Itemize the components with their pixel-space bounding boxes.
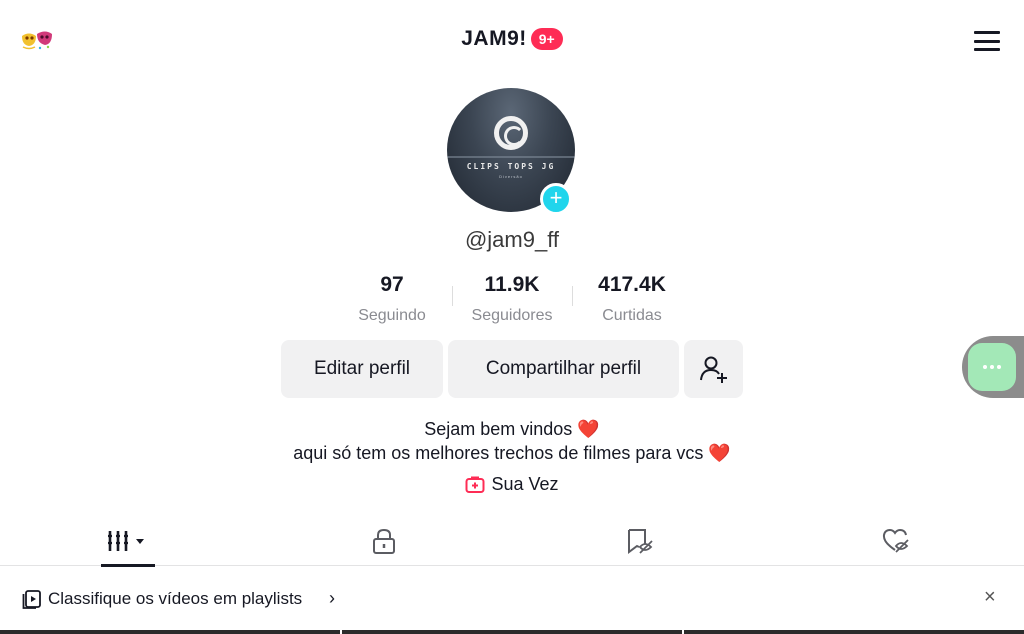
stat-value: 417.4K <box>598 273 666 296</box>
content-tabs <box>0 515 1024 567</box>
profile-link[interactable]: Sua Vez <box>0 474 1024 495</box>
stat-value: 97 <box>380 273 404 296</box>
avatar-horizon <box>447 156 575 158</box>
top-bar: JAM9! 9+ <box>0 0 1024 82</box>
add-friend-icon <box>699 356 727 383</box>
videos-grid-icon <box>108 530 144 551</box>
banner-text: Classifique os vídeos em playlists <box>48 589 303 608</box>
profile-stats: 97 Seguindo 11.9K Seguidores 417.4K Curt… <box>330 270 694 330</box>
tab-liked[interactable] <box>768 515 1024 566</box>
tab-private[interactable] <box>256 515 512 566</box>
stat-value: 11.9K <box>484 273 540 296</box>
stat-label: Curtidas <box>602 307 662 324</box>
bookmark-hidden-icon <box>628 528 653 554</box>
page-title: JAM9! <box>461 27 527 50</box>
close-icon[interactable]: × <box>984 586 996 609</box>
heart-emoji: ❤️ <box>577 419 600 439</box>
bio-line-1: Sejam bem vindos <box>424 419 573 439</box>
stat-likes[interactable]: 417.4K Curtidas <box>572 270 692 330</box>
username: @jam9_ff <box>464 227 560 252</box>
add-story-plus-icon[interactable]: + <box>540 183 572 215</box>
playlist-icon <box>22 590 41 609</box>
floating-chat-bubble-icon[interactable] <box>968 343 1016 391</box>
stat-label: Seguidores <box>471 307 553 324</box>
tab-saved[interactable] <box>512 515 768 566</box>
lock-icon <box>373 528 395 554</box>
edit-profile-button[interactable]: Editar perfil <box>281 340 443 398</box>
stat-following[interactable]: 97 Seguindo <box>332 270 452 330</box>
heart-emoji: ❤️ <box>708 443 731 463</box>
avatar-subtext: Diversão <box>499 174 523 179</box>
notification-badge: 9+ <box>530 28 563 50</box>
video-grid-top-edge <box>0 630 1024 634</box>
avatar-logo-icon <box>494 116 528 150</box>
tab-videos[interactable] <box>0 515 256 567</box>
liked-hidden-icon <box>882 528 909 553</box>
stat-followers[interactable]: 11.9K Seguidores <box>452 270 572 330</box>
profile-bio: Sejam bem vindos ❤️ aqui só tem os melho… <box>0 417 1024 465</box>
add-video-icon <box>465 476 485 493</box>
stat-label: Seguindo <box>358 307 426 324</box>
bio-line-2: aqui só tem os melhores trechos de filme… <box>293 443 704 463</box>
profile-link-label: Sua Vez <box>491 474 559 494</box>
hamburger-menu-icon[interactable] <box>974 31 1000 51</box>
account-switcher[interactable]: JAM9! 9+ <box>0 27 1024 51</box>
chevron-right-icon: › <box>329 588 335 608</box>
playlist-banner[interactable]: Classifique os vídeos em playlists › × <box>0 567 1024 630</box>
share-profile-button[interactable]: Compartilhar perfil <box>448 340 679 398</box>
add-friend-button[interactable] <box>684 340 743 398</box>
avatar-text: CLIPS TOPS JG <box>466 162 556 171</box>
